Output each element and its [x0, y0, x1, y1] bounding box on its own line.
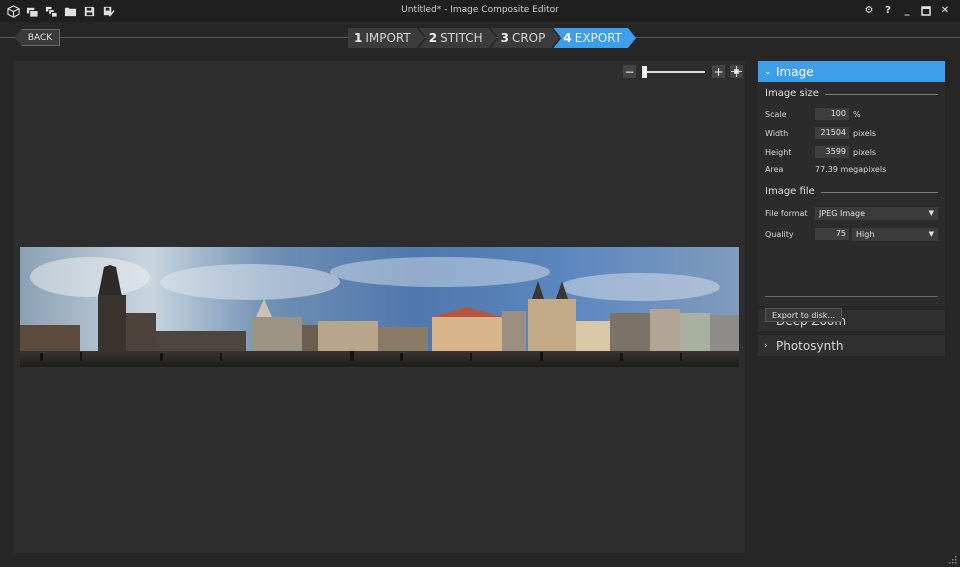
- step-number: 2: [428, 31, 438, 45]
- file-format-select[interactable]: JPEG Image ▼: [815, 206, 938, 220]
- zoom-out-button[interactable]: −: [623, 65, 636, 78]
- area-label: Area: [765, 164, 784, 174]
- width-row: Width 21504 pixels: [765, 126, 940, 140]
- image-section-body: Image size Scale 100 % Width 21504 pixel…: [758, 82, 945, 322]
- file-format-label: File format: [765, 208, 808, 218]
- preview-canvas[interactable]: − +: [14, 61, 745, 553]
- fit-to-window-icon[interactable]: [730, 65, 743, 78]
- group-divider: [824, 94, 938, 95]
- step-export[interactable]: 4 EXPORT: [553, 28, 636, 48]
- zoom-slider[interactable]: [642, 65, 705, 78]
- workflow-nav: BACK 1 IMPORT 2 STITCH 3 CROP 4 EXPORT: [0, 26, 960, 50]
- panorama-image: [20, 247, 739, 367]
- step-label: EXPORT: [574, 31, 623, 45]
- area-value: 77.39 megapixels: [815, 164, 887, 174]
- scale-label: Scale: [765, 109, 787, 119]
- settings-gear-icon[interactable]: ⚙: [862, 3, 876, 18]
- chevron-right-icon: ›: [764, 340, 768, 351]
- width-unit: pixels: [853, 128, 877, 138]
- title-bar: Untitled* - Image Composite Editor ⚙ ? _…: [0, 0, 960, 22]
- close-icon[interactable]: ✕: [938, 3, 952, 18]
- width-input[interactable]: 21504: [815, 127, 849, 139]
- step-import[interactable]: 1 IMPORT: [348, 28, 425, 48]
- image-file-group-title: Image file: [765, 186, 938, 197]
- quality-input[interactable]: 75: [815, 228, 849, 240]
- image-size-group-title: Image size: [765, 88, 938, 99]
- height-label: Height: [765, 147, 792, 157]
- quality-preset-select[interactable]: High ▼: [852, 227, 938, 241]
- quality-label: Quality: [765, 229, 794, 239]
- group-label: Image size: [765, 88, 819, 99]
- export-settings-panel: ⌄ Image Image size Scale 100 % Width 215…: [758, 61, 945, 356]
- chevron-down-icon: ⌄: [764, 66, 772, 77]
- step-label: IMPORT: [365, 31, 411, 45]
- scale-row: Scale 100 %: [765, 107, 940, 121]
- height-unit: pixels: [853, 147, 877, 157]
- chevron-down-icon: ▼: [928, 230, 934, 238]
- width-label: Width: [765, 128, 789, 138]
- step-label: STITCH: [440, 31, 483, 45]
- scale-input[interactable]: 100: [815, 108, 849, 120]
- height-row: Height 3599 pixels: [765, 145, 940, 159]
- scale-unit: %: [853, 109, 861, 119]
- step-label: CROP: [511, 31, 546, 45]
- step-number: 3: [500, 31, 509, 45]
- chevron-down-icon: ▼: [928, 209, 934, 217]
- step-stitch[interactable]: 2 STITCH: [419, 28, 497, 48]
- group-label: Image file: [765, 186, 815, 197]
- maximize-icon[interactable]: [919, 3, 933, 18]
- zoom-controls: − +: [623, 65, 743, 78]
- minimize-icon[interactable]: _: [900, 3, 914, 18]
- area-row: Area 77.39 megapixels: [765, 162, 940, 176]
- select-value: High: [856, 229, 875, 239]
- window-controls: ⚙ ? _ ✕: [862, 3, 952, 18]
- quality-row: Quality 75 High ▼: [765, 227, 940, 241]
- section-title: Image: [776, 64, 814, 79]
- select-value: JPEG Image: [819, 208, 866, 218]
- step-number: 1: [354, 31, 363, 45]
- photosynth-section-header[interactable]: › Photosynth: [758, 335, 945, 356]
- zoom-slider-thumb[interactable]: [642, 65, 647, 78]
- file-format-row: File format JPEG Image ▼: [765, 206, 940, 220]
- step-crop[interactable]: 3 CROP: [491, 28, 560, 48]
- zoom-in-button[interactable]: +: [712, 65, 725, 78]
- section-title: Photosynth: [776, 338, 844, 353]
- section-divider: [765, 296, 938, 297]
- back-button[interactable]: BACK: [14, 29, 60, 46]
- window-title: Untitled* - Image Composite Editor: [401, 5, 559, 15]
- help-icon[interactable]: ?: [881, 3, 895, 18]
- resize-grip-icon[interactable]: [949, 556, 957, 564]
- workflow-steps: 1 IMPORT 2 STITCH 3 CROP 4 EXPORT: [348, 28, 630, 48]
- image-section-header[interactable]: ⌄ Image: [758, 61, 945, 82]
- height-input[interactable]: 3599: [815, 146, 849, 158]
- step-number: 4: [563, 31, 572, 45]
- panorama-preview-image: [20, 247, 739, 367]
- group-divider: [820, 192, 938, 193]
- export-to-disk-button[interactable]: Export to disk...: [765, 308, 843, 322]
